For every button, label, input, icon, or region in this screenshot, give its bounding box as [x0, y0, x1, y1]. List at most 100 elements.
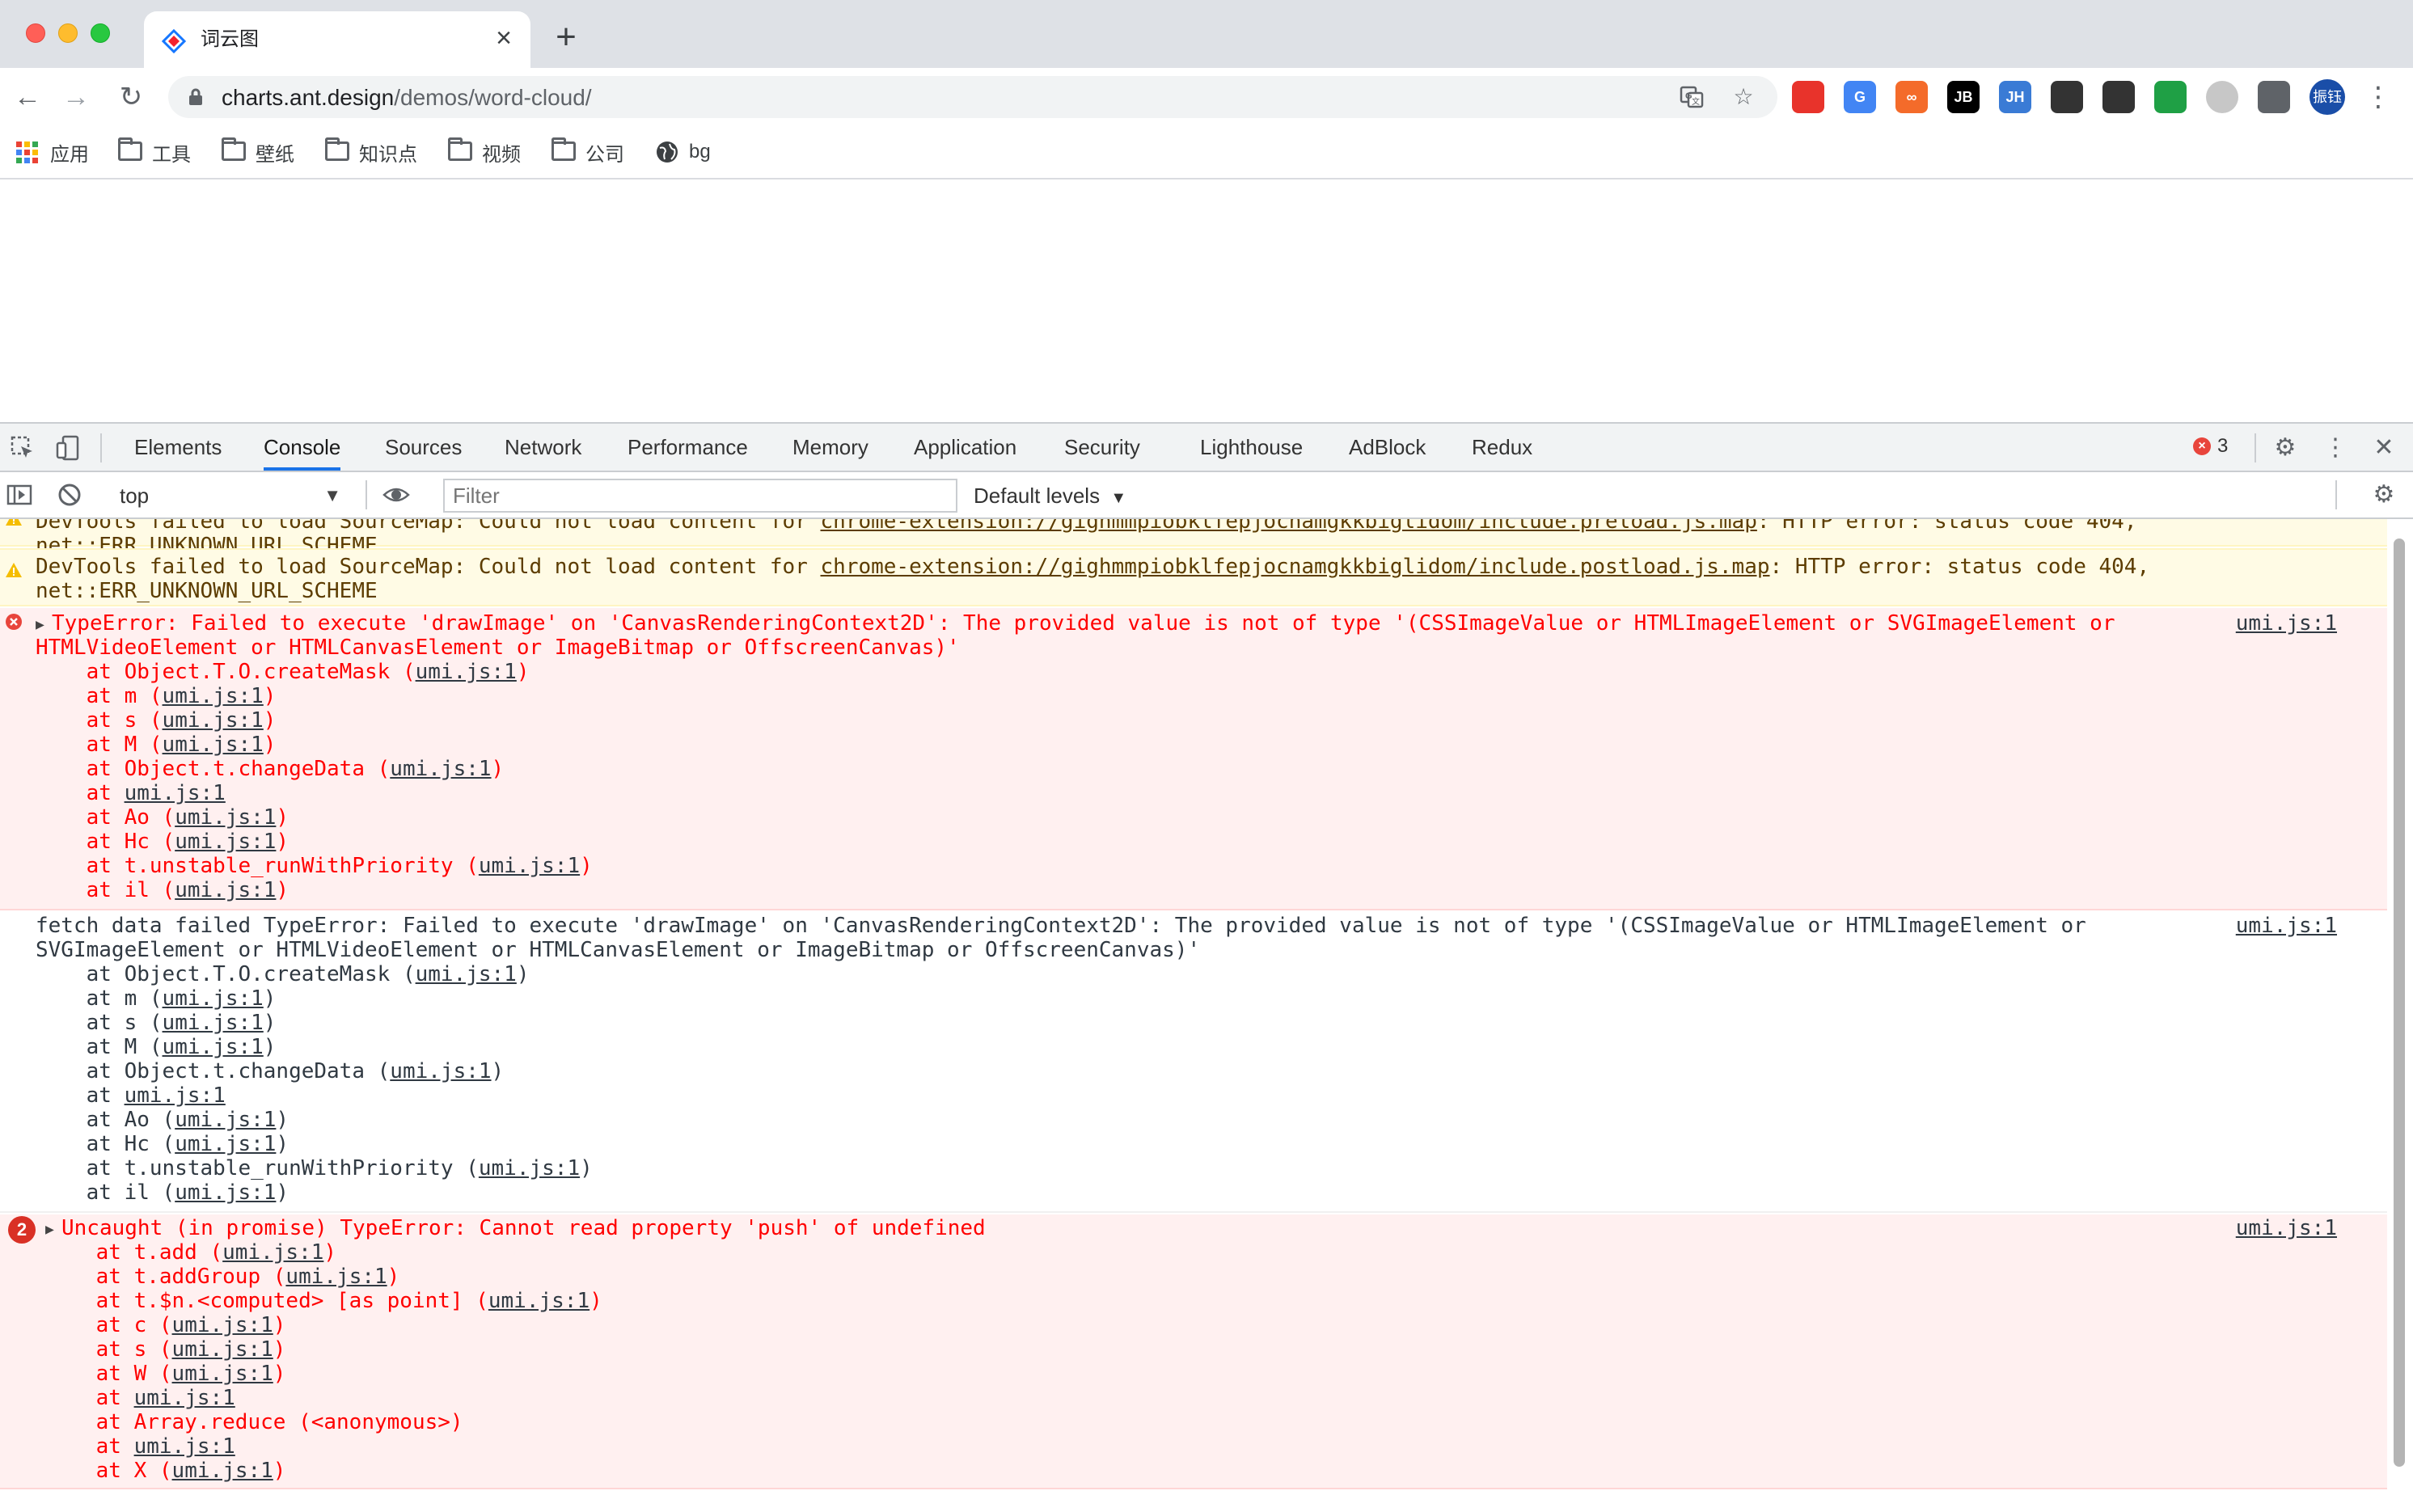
apps-grid-icon: [16, 141, 40, 163]
console-filter-input[interactable]: [443, 479, 957, 513]
console-settings-gear-icon[interactable]: ⚙: [2369, 480, 2398, 509]
address-bar[interactable]: charts.ant.design/demos/word-cloud/ G 文 …: [168, 76, 1777, 118]
tab-application[interactable]: Application: [914, 424, 1016, 471]
tab-performance[interactable]: Performance: [628, 424, 748, 471]
stack-frame-link[interactable]: umi.js:1: [163, 1035, 264, 1059]
close-devtools-icon[interactable]: ✕: [2369, 433, 2398, 462]
settings-gear-icon[interactable]: ⚙: [2271, 433, 2300, 462]
qrcode-extension-icon[interactable]: [2051, 81, 2083, 113]
bookmark-apps[interactable]: 应用: [16, 137, 89, 167]
inspect-element-icon[interactable]: [8, 433, 37, 462]
stack-frame-link[interactable]: umi.js:1: [172, 1313, 273, 1337]
jetbrains-extension-icon[interactable]: JB: [1947, 81, 1980, 113]
stack-frame-link[interactable]: umi.js:1: [172, 1459, 273, 1483]
close-tab-icon[interactable]: ×: [490, 24, 518, 52]
bookmark-star-icon[interactable]: ☆: [1731, 84, 1756, 110]
stack-frame-text: at il (: [36, 878, 175, 902]
browser-tab[interactable]: 词云图 ×: [144, 11, 530, 68]
browser-menu-icon[interactable]: ⋮: [2364, 79, 2392, 115]
infinity-extension-icon[interactable]: ∞: [1895, 81, 1928, 113]
stack-frame-link[interactable]: umi.js:1: [390, 757, 491, 781]
stack-frame-link[interactable]: umi.js:1: [488, 1289, 590, 1313]
source-link[interactable]: umi.js:1: [2236, 1216, 2337, 1240]
bookmark-knowledge[interactable]: 知识点: [325, 137, 417, 167]
device-toolbar-icon[interactable]: [53, 433, 82, 462]
pets-extension-icon[interactable]: [2206, 81, 2238, 113]
tab-redux[interactable]: Redux: [1472, 424, 1532, 471]
stack-frame-link[interactable]: umi.js:1: [172, 1337, 273, 1362]
stack-frame-link[interactable]: umi.js:1: [134, 1434, 235, 1459]
tab-sources[interactable]: Sources: [385, 424, 462, 471]
stack-frame-link[interactable]: umi.js:1: [163, 708, 264, 733]
back-button[interactable]: ←: [10, 79, 45, 115]
sourcemap-link[interactable]: chrome-extension://gighmmpiobklfepjocnam…: [821, 519, 1757, 534]
error-icon: [6, 614, 22, 630]
sidebar-toggle-icon[interactable]: [5, 480, 34, 509]
stack-frame-link[interactable]: umi.js:1: [479, 1156, 580, 1180]
stack-frame-link[interactable]: umi.js:1: [416, 660, 517, 684]
stack-frame-link[interactable]: umi.js:1: [175, 830, 276, 854]
minimize-window-button[interactable]: [58, 23, 78, 43]
stack-frame-link[interactable]: umi.js:1: [125, 1083, 226, 1108]
google-translate-extension-icon[interactable]: G: [1844, 81, 1876, 113]
stack-frame-link[interactable]: umi.js:1: [163, 1011, 264, 1035]
settings-extension-icon[interactable]: [2154, 81, 2187, 113]
translate-icon[interactable]: G 文: [1679, 84, 1705, 110]
expand-triangle-icon[interactable]: ▶: [36, 613, 44, 637]
context-selector[interactable]: top ▼: [110, 479, 353, 513]
stack-frame-link[interactable]: umi.js:1: [163, 684, 264, 708]
stack-frame-link[interactable]: umi.js:1: [285, 1265, 387, 1289]
tab-adblock[interactable]: AdBlock: [1349, 424, 1426, 471]
url-text[interactable]: charts.ant.design/demos/word-cloud/: [222, 84, 592, 112]
new-tab-button[interactable]: +: [550, 19, 582, 55]
error-counter[interactable]: × 3: [2193, 435, 2228, 458]
stack-frame-link[interactable]: umi.js:1: [175, 805, 276, 830]
scrollbar-thumb[interactable]: [2394, 538, 2405, 1467]
tab-lighthouse[interactable]: Lighthouse: [1200, 424, 1303, 471]
bookmark-wallpaper[interactable]: 壁纸: [222, 137, 294, 167]
puzzle-extension-icon[interactable]: [2258, 81, 2290, 113]
expand-triangle-icon[interactable]: ▶: [45, 1218, 54, 1242]
tab-network[interactable]: Network: [505, 424, 581, 471]
forward-button[interactable]: →: [58, 79, 94, 115]
stack-frame-link[interactable]: umi.js:1: [172, 1362, 273, 1386]
stack-frame-link[interactable]: umi.js:1: [222, 1240, 323, 1265]
bookmark-video[interactable]: 视频: [448, 137, 521, 167]
source-link[interactable]: umi.js:1: [2236, 611, 2337, 636]
maximize-window-button[interactable]: [91, 23, 110, 43]
stack-frame-link[interactable]: umi.js:1: [175, 1180, 276, 1205]
stack-frame-link[interactable]: umi.js:1: [175, 1108, 276, 1132]
console-scrollbar[interactable]: [2390, 522, 2408, 1509]
stack-frame-link[interactable]: umi.js:1: [390, 1059, 491, 1083]
profile-avatar[interactable]: 振钰: [2309, 79, 2345, 115]
stack-frame-link[interactable]: umi.js:1: [416, 962, 517, 986]
bookmark-bg[interactable]: bg: [655, 137, 711, 167]
live-expression-eye-icon[interactable]: [382, 480, 411, 509]
stack-frame-text: ): [276, 1132, 289, 1156]
juejin-extension-icon[interactable]: JH: [1999, 81, 2031, 113]
stack-frame-link[interactable]: umi.js:1: [125, 781, 226, 805]
sourcemap-link[interactable]: chrome-extension://gighmmpiobklfepjocnam…: [821, 555, 1770, 579]
devtools-menu-icon[interactable]: ⋮: [2321, 433, 2350, 462]
tab-elements[interactable]: Elements: [134, 424, 222, 471]
log-levels-dropdown[interactable]: Default levels ▼: [974, 479, 1126, 513]
stack-frame-link[interactable]: umi.js:1: [134, 1386, 235, 1410]
source-link[interactable]: umi.js:1: [2236, 914, 2337, 938]
ublock-extension-icon[interactable]: [1792, 81, 1824, 113]
stack-frame: at t.unstable_runWithPriority (umi.js:1): [36, 854, 593, 878]
bookmark-tools[interactable]: 工具: [118, 137, 191, 167]
image-extension-icon[interactable]: [2102, 81, 2135, 113]
bookmark-company[interactable]: 公司: [551, 137, 624, 167]
stack-frame: at Array.reduce (<anonymous>): [45, 1410, 463, 1434]
clear-console-icon[interactable]: [55, 480, 84, 509]
tab-security[interactable]: Security: [1064, 424, 1140, 471]
close-window-button[interactable]: [26, 23, 45, 43]
stack-frame-link[interactable]: umi.js:1: [163, 986, 264, 1011]
stack-frame-link[interactable]: umi.js:1: [479, 854, 580, 878]
reload-button[interactable]: ↻: [113, 79, 149, 115]
tab-console[interactable]: Console: [264, 424, 341, 471]
stack-frame-link[interactable]: umi.js:1: [175, 878, 276, 902]
tab-memory[interactable]: Memory: [792, 424, 868, 471]
stack-frame-link[interactable]: umi.js:1: [175, 1132, 276, 1156]
stack-frame-link[interactable]: umi.js:1: [163, 733, 264, 757]
